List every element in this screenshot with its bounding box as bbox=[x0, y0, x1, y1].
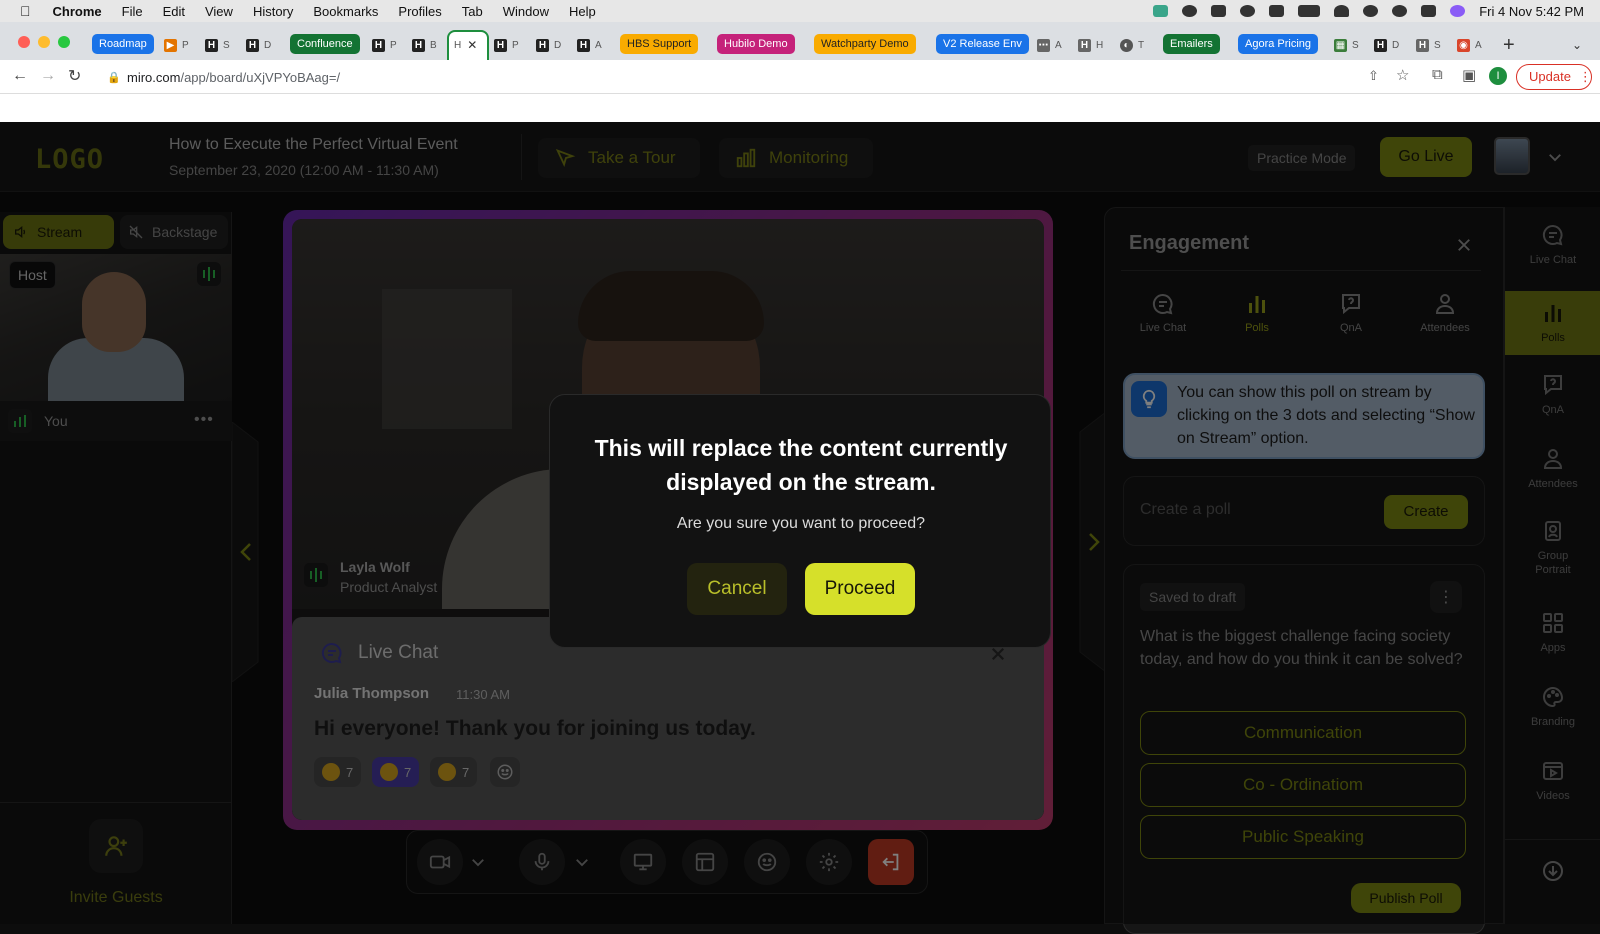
menu-window[interactable]: Window bbox=[503, 4, 549, 19]
sidepanel-icon[interactable]: ▣ bbox=[1462, 66, 1476, 84]
tab-p2[interactable]: HP bbox=[372, 34, 397, 56]
menu-profiles[interactable]: Profiles bbox=[398, 4, 441, 19]
forward-icon[interactable]: → bbox=[40, 67, 56, 85]
tab-s3[interactable]: HS bbox=[1416, 34, 1441, 56]
kebab-icon: ⋮ bbox=[1578, 69, 1592, 84]
window-minimize-button[interactable] bbox=[38, 36, 50, 48]
tab-roadmap[interactable]: Roadmap bbox=[92, 34, 154, 54]
tab-s1[interactable]: HS bbox=[205, 34, 230, 56]
tab-confluence[interactable]: Confluence bbox=[290, 34, 360, 54]
tab-favicon: ◉ bbox=[1457, 38, 1470, 52]
tab-favicon: H bbox=[412, 38, 425, 52]
gear-status-icon[interactable] bbox=[1182, 5, 1198, 17]
profile-avatar-icon[interactable]: I bbox=[1489, 67, 1507, 85]
macos-menubar:  Chrome File Edit View History Bookmark… bbox=[0, 0, 1600, 22]
battery-icon[interactable] bbox=[1298, 5, 1321, 17]
tab-close-icon[interactable]: ✕ bbox=[467, 38, 477, 52]
menu-tab[interactable]: Tab bbox=[462, 4, 483, 19]
tab-agora-pricing[interactable]: Agora Pricing bbox=[1238, 34, 1319, 54]
tab-d3[interactable]: HD bbox=[1374, 34, 1399, 56]
dialog-subtitle: Are you sure you want to proceed? bbox=[676, 515, 926, 532]
url-bar[interactable]: 🔒 miro.com/app/board/uXjVPYoBAag=/ bbox=[97, 66, 1427, 90]
cancel-button[interactable]: Cancel bbox=[687, 563, 787, 615]
tab-d1[interactable]: HD bbox=[246, 34, 271, 56]
tab-favicon: H bbox=[1374, 38, 1387, 52]
tab-hubilo-demo[interactable]: Hubilo Demo bbox=[717, 34, 795, 54]
tab-watchparty-demo[interactable]: Watchparty Demo bbox=[814, 34, 916, 54]
new-tab-icon[interactable]: + bbox=[1503, 34, 1515, 56]
menu-edit[interactable]: Edit bbox=[163, 4, 185, 19]
tab-search-chevron-icon[interactable]: ⌄ bbox=[1572, 34, 1582, 56]
extensions-icon[interactable]: ⧉ bbox=[1432, 66, 1443, 83]
tab-favicon: ▦ bbox=[1334, 38, 1347, 52]
menu-help[interactable]: Help bbox=[569, 4, 596, 19]
tab-p1[interactable]: ▶ P bbox=[164, 34, 189, 56]
window-close-button[interactable] bbox=[18, 36, 30, 48]
tab-s2[interactable]: ▦ S bbox=[1334, 34, 1359, 56]
creative-cloud-icon[interactable] bbox=[1240, 5, 1256, 17]
tab-hbs-support[interactable]: HBS Support bbox=[620, 34, 699, 54]
vector-icon[interactable] bbox=[1211, 5, 1227, 17]
user-status-icon[interactable] bbox=[1392, 5, 1408, 17]
tab-favicon: H bbox=[1416, 38, 1429, 52]
window-zoom-button[interactable] bbox=[58, 36, 70, 48]
menu-bookmarks[interactable]: Bookmarks bbox=[313, 4, 378, 19]
tab-active-label[interactable]: H ✕ bbox=[454, 34, 477, 56]
tab-b1[interactable]: HB bbox=[412, 34, 437, 56]
browser-tab-strip: Roadmap ▶ P HS HD Confluence HP HB H ✕ HP … bbox=[0, 22, 1600, 60]
control-center-icon[interactable] bbox=[1421, 5, 1437, 17]
tab-favicon: H bbox=[246, 38, 259, 52]
tab-favicon: ◐ bbox=[1120, 38, 1133, 52]
url-host: miro.com bbox=[127, 70, 181, 85]
tab-d2[interactable]: HD bbox=[536, 34, 561, 56]
tab-t1[interactable]: ◐ T bbox=[1120, 34, 1144, 56]
spotlight-icon[interactable] bbox=[1363, 5, 1379, 17]
tab-favicon: H bbox=[372, 38, 385, 52]
browser-toolbar: ← → ↻ 🔒 miro.com/app/board/uXjVPYoBAag=/… bbox=[0, 60, 1600, 94]
tab-favicon: H bbox=[205, 38, 218, 52]
wifi-icon[interactable] bbox=[1334, 5, 1350, 17]
tab-h1[interactable]: HH bbox=[1078, 34, 1103, 56]
menu-file[interactable]: File bbox=[122, 4, 143, 19]
tab-a1[interactable]: HA bbox=[577, 34, 602, 56]
menubar-status: Fri 4 Nov 5:42 PM bbox=[1153, 0, 1584, 22]
bookmark-bar-strip bbox=[0, 94, 1600, 122]
tab-a3[interactable]: ◉ A bbox=[1457, 34, 1482, 56]
menu-app-name[interactable]: Chrome bbox=[53, 4, 102, 19]
back-icon[interactable]: ← bbox=[12, 67, 28, 85]
menu-history[interactable]: History bbox=[253, 4, 293, 19]
tab-favicon: ⋯ bbox=[1037, 38, 1050, 52]
apple-icon[interactable]:  bbox=[20, 3, 31, 19]
menubar-clock[interactable]: Fri 4 Nov 5:42 PM bbox=[1479, 4, 1584, 19]
font-icon[interactable] bbox=[1269, 5, 1285, 17]
reload-icon[interactable]: ↻ bbox=[68, 66, 81, 86]
chrome-update-button[interactable]: Update ⋮ bbox=[1516, 64, 1592, 90]
tab-favicon: H bbox=[536, 38, 549, 52]
tab-favicon: H bbox=[494, 38, 507, 52]
lock-icon: 🔒 bbox=[107, 72, 121, 84]
tab-emailers[interactable]: Emailers bbox=[1163, 34, 1220, 54]
dialog-title: This will replace the content currently … bbox=[594, 435, 1008, 495]
share-icon[interactable]: ⇧ bbox=[1368, 68, 1379, 84]
tab-v2-release-env[interactable]: V2 Release Env bbox=[936, 34, 1029, 54]
replace-content-dialog: This will replace the content currently … bbox=[549, 394, 1051, 648]
bookmark-star-icon[interactable]: ☆ bbox=[1396, 66, 1409, 84]
menu-view[interactable]: View bbox=[205, 4, 233, 19]
tab-favicon: H bbox=[577, 38, 590, 52]
tab-favicon: ▶ bbox=[164, 38, 177, 52]
tab-favicon: H bbox=[1078, 38, 1091, 52]
proceed-button[interactable]: Proceed bbox=[805, 563, 915, 615]
tab-a2[interactable]: ⋯ A bbox=[1037, 34, 1062, 56]
tab-p3[interactable]: HP bbox=[494, 34, 519, 56]
meet-icon[interactable] bbox=[1153, 5, 1169, 17]
siri-icon[interactable] bbox=[1450, 5, 1466, 17]
url-path: /app/board/uXjVPYoBAag=/ bbox=[180, 70, 341, 85]
